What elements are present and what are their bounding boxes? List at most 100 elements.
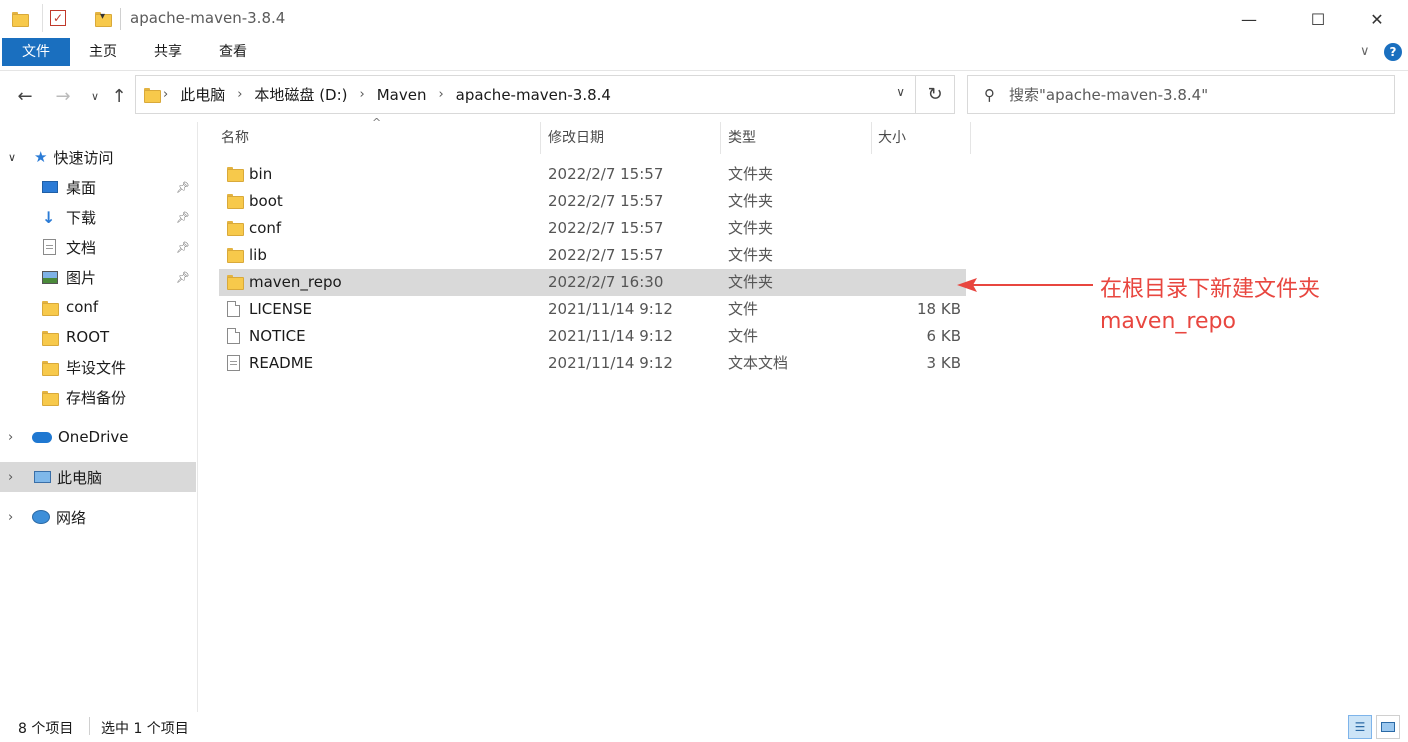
tab-share[interactable]: 共享: [145, 38, 191, 66]
sidebar-item-label: ROOT: [66, 328, 110, 346]
breadcrumb-maven[interactable]: Maven: [369, 86, 435, 104]
table-row[interactable]: LICENSE 2021/11/14 9:12 文件 18 KB: [219, 296, 966, 323]
table-row[interactable]: boot 2022/2/7 15:57 文件夹: [219, 188, 966, 215]
chevron-right-icon[interactable]: ›: [8, 470, 22, 485]
file-size: 6 KB: [926, 327, 961, 345]
divider: [120, 8, 121, 30]
annotation-text: 在根目录下新建文件夹 maven_repo: [1100, 274, 1320, 338]
search-placeholder: 搜索"apache-maven-3.8.4": [1009, 86, 1209, 104]
sidebar-item-pictures[interactable]: 图片 📌︎: [0, 262, 196, 292]
divider: [89, 717, 90, 735]
sidebar-item-root[interactable]: ROOT: [0, 322, 196, 352]
table-row[interactable]: NOTICE 2021/11/14 9:12 文件 6 KB: [219, 323, 966, 350]
close-button[interactable]: ✕: [1354, 0, 1400, 38]
window-title: apache-maven-3.8.4: [130, 9, 286, 27]
details-view-button[interactable]: ☰: [1348, 715, 1372, 739]
cloud-icon: [32, 431, 52, 443]
search-input[interactable]: ⚲ 搜索"apache-maven-3.8.4": [967, 75, 1395, 114]
text-file-icon: [227, 355, 240, 371]
help-icon[interactable]: ?: [1384, 43, 1402, 61]
recent-locations-button[interactable]: ∨: [82, 83, 108, 109]
file-name: bin: [249, 165, 273, 183]
sidebar-item-documents[interactable]: 文档 📌︎: [0, 232, 196, 262]
sidebar-item-conf[interactable]: conf: [0, 292, 196, 322]
sidebar-item-label: 存档备份: [66, 388, 127, 407]
address-dropdown-icon[interactable]: ∨: [896, 85, 905, 99]
sidebar-item-desktop[interactable]: 桌面 📌︎: [0, 172, 196, 202]
file-type: 文件夹: [728, 165, 774, 183]
chevron-right-icon[interactable]: ›: [233, 87, 246, 102]
folder-icon: [227, 167, 244, 182]
sidebar-item-label: 桌面: [66, 178, 97, 197]
file-name: LICENSE: [249, 300, 312, 318]
properties-check-icon[interactable]: ✓: [50, 10, 66, 26]
title-bar: ✓ ▾ apache-maven-3.8.4 — ☐ ✕: [0, 0, 1408, 38]
pin-icon[interactable]: 📌︎: [176, 271, 190, 284]
file-type: 文件夹: [728, 192, 774, 210]
refresh-button[interactable]: ↻: [916, 75, 955, 114]
table-row[interactable]: conf 2022/2/7 15:57 文件夹: [219, 215, 966, 242]
address-bar[interactable]: › 此电脑 › 本地磁盘 (D:) › Maven › apache-maven…: [135, 75, 916, 114]
table-row[interactable]: README 2021/11/14 9:12 文本文档 3 KB: [219, 350, 966, 377]
file-date: 2022/2/7 15:57: [548, 165, 664, 183]
column-header-size[interactable]: 大小: [872, 122, 971, 154]
file-date: 2022/2/7 15:57: [548, 246, 664, 264]
sidebar-item-label: 图片: [66, 268, 97, 287]
column-header-type[interactable]: 类型: [722, 122, 872, 154]
chevron-right-icon[interactable]: ›: [8, 510, 22, 525]
chevron-right-icon[interactable]: ›: [356, 87, 369, 102]
chevron-right-icon[interactable]: ›: [434, 87, 447, 102]
file-type: 文件: [728, 327, 759, 345]
tab-view[interactable]: 查看: [210, 38, 256, 66]
annotation-line-1: 在根目录下新建文件夹: [1100, 277, 1321, 302]
pin-icon[interactable]: 📌︎: [176, 181, 190, 194]
table-row[interactable]: lib 2022/2/7 15:57 文件夹: [219, 242, 966, 269]
annotation-line-2: maven_repo: [1100, 309, 1236, 334]
folder-icon: [42, 330, 59, 346]
sidebar-item-label: 文档: [66, 238, 97, 257]
folder-icon: [227, 221, 244, 236]
file-type: 文件夹: [728, 273, 774, 291]
sidebar-item-this-pc[interactable]: › 此电脑: [0, 462, 196, 492]
column-header-name[interactable]: 名称: [215, 122, 541, 154]
sidebar-item-label: OneDrive: [58, 428, 129, 446]
status-bar: 8 个项目 选中 1 个项目 ☰: [0, 712, 1408, 742]
sidebar-item-downloads[interactable]: ↓ 下载 📌︎: [0, 202, 196, 232]
chevron-right-icon[interactable]: ›: [8, 430, 22, 445]
large-icons-view-button[interactable]: [1376, 715, 1400, 739]
back-button[interactable]: ←: [12, 83, 38, 109]
folder-icon: [42, 300, 59, 316]
file-icon: [227, 328, 240, 344]
customize-toolbar-icon[interactable]: ▾: [100, 11, 105, 22]
expanded-chevron-icon[interactable]: ∨: [8, 151, 22, 164]
column-header-date[interactable]: 修改日期: [542, 122, 721, 154]
file-type: 文本文档: [728, 354, 789, 372]
maximize-button[interactable]: ☐: [1295, 0, 1341, 38]
network-icon: [32, 510, 50, 524]
table-row[interactable]: bin 2022/2/7 15:57 文件夹: [219, 161, 966, 188]
file-name: conf: [249, 219, 282, 237]
file-name: README: [249, 354, 314, 372]
sidebar-item-archive[interactable]: 存档备份: [0, 382, 196, 412]
tab-file[interactable]: 文件: [2, 38, 70, 66]
expand-ribbon-icon[interactable]: ∨: [1360, 44, 1370, 59]
file-type: 文件夹: [728, 246, 774, 264]
search-icon: ⚲: [984, 85, 995, 104]
details-view-icon: ☰: [1354, 720, 1366, 734]
breadcrumb-this-pc[interactable]: 此电脑: [172, 84, 233, 105]
up-button[interactable]: ↑: [106, 83, 132, 109]
sidebar-item-onedrive[interactable]: › OneDrive: [0, 422, 196, 452]
breadcrumb-drive-d[interactable]: 本地磁盘 (D:): [246, 84, 355, 105]
pin-icon[interactable]: 📌︎: [176, 241, 190, 254]
file-list: ^ 名称 修改日期 类型 大小 bin 2022/2/7 15:57 文件夹 b…: [199, 116, 1408, 712]
table-row-selected[interactable]: maven_repo 2022/2/7 16:30 文件夹: [219, 269, 966, 296]
sidebar-item-quick-access[interactable]: ∨ ★ 快速访问: [0, 142, 196, 172]
tab-home[interactable]: 主页: [80, 38, 126, 66]
breadcrumb-apache-maven[interactable]: apache-maven-3.8.4: [448, 86, 619, 104]
forward-button[interactable]: →: [50, 83, 76, 109]
picture-icon: [42, 270, 58, 284]
sidebar-item-thesis[interactable]: 毕设文件: [0, 352, 196, 382]
minimize-button[interactable]: —: [1226, 0, 1272, 38]
sidebar-item-network[interactable]: › 网络: [0, 502, 196, 532]
pin-icon[interactable]: 📌︎: [176, 211, 190, 224]
